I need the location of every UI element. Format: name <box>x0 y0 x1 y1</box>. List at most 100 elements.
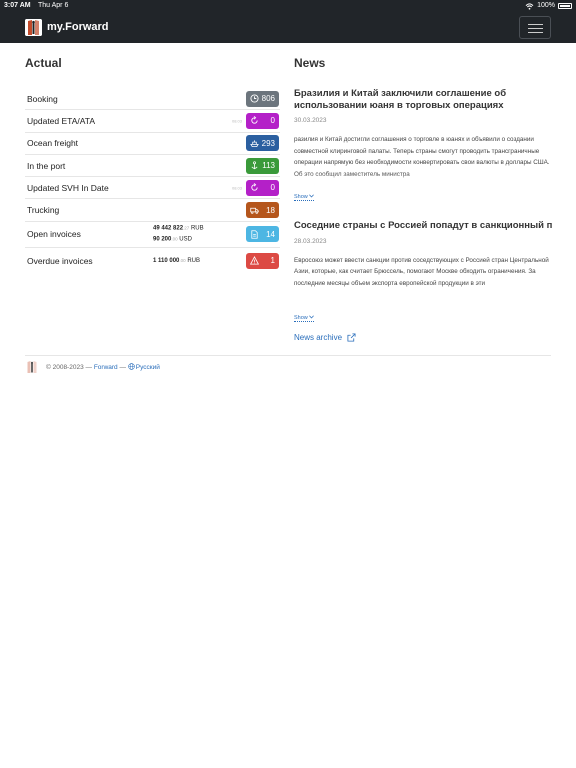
news-title[interactable]: Бразилия и Китай заключили соглашение об… <box>294 88 552 111</box>
news-body: Евросоюз может ввести санкции против сос… <box>294 255 552 306</box>
badge-count: 14 <box>266 229 275 239</box>
news-title[interactable]: Соседние страны с Россией попадут в санк… <box>294 220 552 232</box>
row-label: Trucking <box>27 205 60 216</box>
news-archive-link[interactable]: News archive <box>294 333 356 342</box>
amount-int: 1 110 000 <box>153 257 180 264</box>
row-note: 08.03 <box>231 118 242 124</box>
trucking-count-badge[interactable]: 18 <box>246 202 279 219</box>
amount-frac: .27 <box>183 225 190 231</box>
badge-count: 0 <box>270 183 275 193</box>
row-label: In the port <box>27 160 66 171</box>
news-show-link[interactable]: Show <box>294 314 315 322</box>
overdue-invoices-amounts: 1 110 000.00 RUB <box>153 256 200 267</box>
actual-row-trucking[interactable]: Trucking 18 <box>25 199 280 222</box>
actual-row-overdue-invoices[interactable]: Overdue invoices 1 110 000.00 RUB 1 <box>25 248 280 274</box>
truck-icon <box>250 207 259 214</box>
warning-icon <box>250 256 259 265</box>
overdue-invoices-count-badge[interactable]: 1 <box>246 252 279 269</box>
updated-svh-count-badge[interactable]: 0 <box>246 179 279 196</box>
status-bar: 3:07 AM Thu Apr 6 100% <box>0 0 576 12</box>
brand-name[interactable]: my.Forward <box>47 20 109 35</box>
globe-icon <box>128 363 135 370</box>
footer: © 2008-2023 — Forward — Русский <box>25 360 160 374</box>
ocean-freight-count-badge[interactable]: 293 <box>246 135 279 152</box>
row-label: Open invoices <box>27 229 81 240</box>
news-item: Бразилия и Китай заключили соглашение об… <box>294 88 552 203</box>
amount-line: 49 442 822.27 RUB <box>153 224 204 235</box>
badge-count: 0 <box>270 116 275 126</box>
show-label: Show <box>294 314 308 321</box>
brand-logo[interactable] <box>25 19 42 36</box>
status-right: 100% <box>525 0 572 12</box>
actual-row-updated-eta[interactable]: Updated ETA/ATA 08.03 0 <box>25 110 280 133</box>
row-label: Updated ETA/ATA <box>27 115 96 126</box>
battery-icon <box>558 3 572 9</box>
actual-list: Booking 806 Updated ETA/ATA 08.03 0 Ocea… <box>25 88 280 274</box>
row-note: 08.03 <box>231 185 242 191</box>
menu-toggle-button[interactable] <box>519 16 551 39</box>
footer-separator: — <box>119 363 126 371</box>
chevron-down-icon <box>309 314 315 319</box>
badge-count: 806 <box>261 94 275 104</box>
open-invoices-count-badge[interactable]: 14 <box>246 226 279 243</box>
in-the-port-count-badge[interactable]: 113 <box>246 157 279 174</box>
amount-currency: RUB <box>187 257 200 264</box>
news-list: Бразилия и Китай заключили соглашение об… <box>294 88 552 324</box>
news-date: 28.03.2023 <box>294 237 327 245</box>
language-label: Русский <box>135 364 160 371</box>
amount-frac: .00 <box>171 236 178 242</box>
footer-company-link[interactable]: Forward <box>94 364 118 371</box>
actual-row-open-invoices[interactable]: Open invoices 49 442 822.27 RUB 90 200.0… <box>25 222 280 248</box>
badge-count: 293 <box>261 138 275 148</box>
actual-row-booking[interactable]: Booking 806 <box>25 88 280 111</box>
external-link-icon <box>347 333 356 342</box>
refresh-icon <box>251 116 258 125</box>
status-time: 3:07 AM <box>4 2 31 9</box>
news-item: Соседние страны с Россией попадут в санк… <box>294 220 552 324</box>
booking-count-badge[interactable]: 806 <box>246 90 279 107</box>
badge-count: 18 <box>266 205 275 215</box>
footer-divider <box>25 355 551 356</box>
actual-row-in-the-port[interactable]: In the port 113 <box>25 155 280 178</box>
wifi-icon <box>525 2 534 10</box>
clock-icon <box>250 94 259 103</box>
document-icon <box>251 230 258 239</box>
actual-heading: Actual <box>25 56 62 70</box>
hamburger-line <box>528 23 543 25</box>
battery-percent: 100% <box>537 2 555 9</box>
row-label: Ocean freight <box>27 138 79 149</box>
footer-logo <box>27 361 37 373</box>
language-switch-link[interactable]: Русский <box>128 363 160 371</box>
hamburger-line <box>528 31 543 33</box>
row-label: Booking <box>27 93 58 104</box>
updated-eta-count-badge[interactable]: 0 <box>246 112 279 129</box>
badge-count: 113 <box>262 161 275 171</box>
navbar: my.Forward <box>0 12 576 43</box>
show-label: Show <box>294 194 308 200</box>
amount-line: 1 110 000.00 RUB <box>153 256 200 267</box>
row-label: Overdue invoices <box>27 255 93 266</box>
badge-count: 1 <box>270 256 275 266</box>
news-show-link[interactable]: Show <box>294 194 315 201</box>
amount-int: 49 442 822 <box>153 225 184 232</box>
status-date: Thu Apr 6 <box>38 2 69 9</box>
chevron-down-icon <box>309 194 315 198</box>
anchor-icon <box>251 161 258 170</box>
amount-currency: USD <box>179 236 192 243</box>
row-label: Updated SVH In Date <box>27 182 109 193</box>
actual-row-updated-svh[interactable]: Updated SVH In Date 08.03 0 <box>25 177 280 200</box>
footer-copyright: © 2008-2023 — <box>46 363 92 371</box>
amount-int: 90 200 <box>153 236 172 243</box>
news-archive-label: News archive <box>294 333 343 342</box>
actual-row-ocean-freight[interactable]: Ocean freight 293 <box>25 133 280 155</box>
amount-currency: RUB <box>190 225 204 232</box>
news-heading: News <box>294 56 326 70</box>
hamburger-line <box>528 27 543 29</box>
open-invoices-amounts: 49 442 822.27 RUB 90 200.00 USD <box>153 224 204 245</box>
refresh-icon <box>251 183 258 191</box>
amount-line: 90 200.00 USD <box>153 234 204 245</box>
ship-icon <box>250 140 259 147</box>
news-body: разилия и Китай достигли соглашения о то… <box>294 134 552 185</box>
news-date: 30.03.2023 <box>294 117 327 124</box>
amount-frac: .00 <box>179 257 186 263</box>
